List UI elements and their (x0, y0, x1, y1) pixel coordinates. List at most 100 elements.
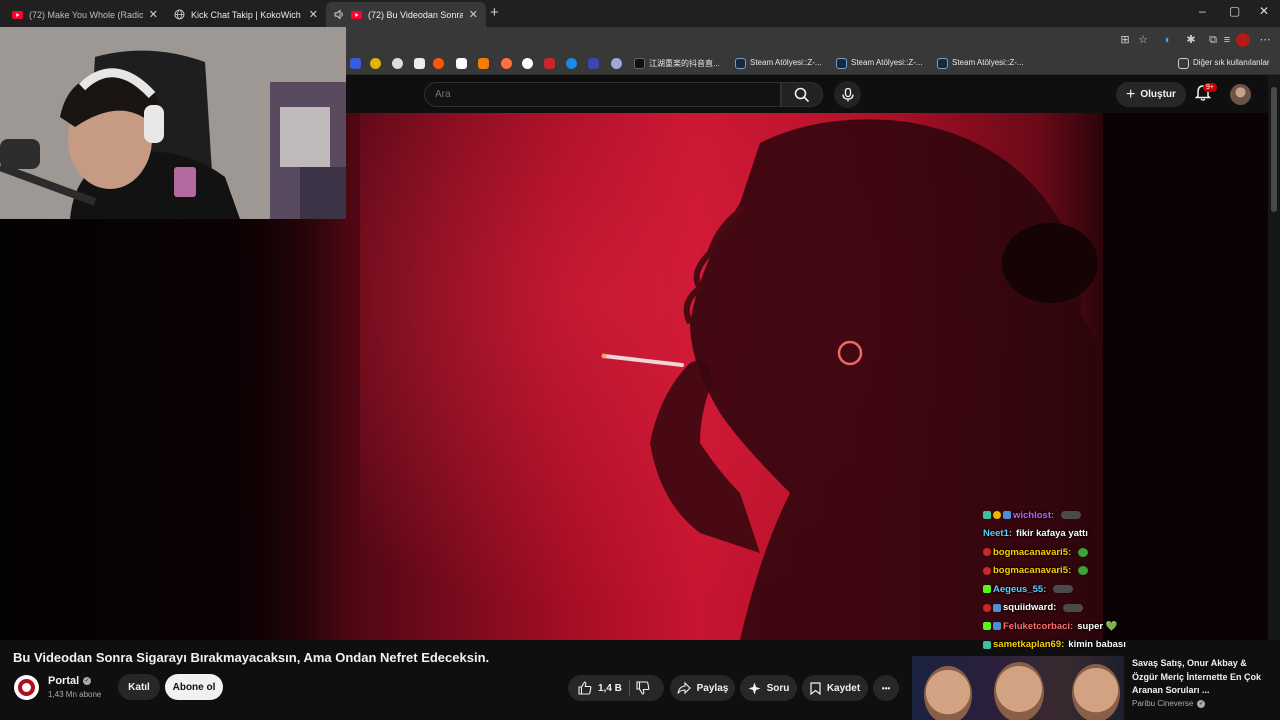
create-button[interactable]: + Oluştur (1116, 82, 1186, 107)
save-button[interactable]: Kaydet (802, 675, 868, 701)
close-tab-icon[interactable]: ✕ (309, 8, 318, 21)
badge-icon (993, 622, 1001, 631)
like-count: 1,4 B (598, 682, 622, 694)
sparkle-icon (748, 682, 761, 694)
browser-tab-2[interactable]: Kick Chat Takip | KokoWich ✕ (166, 2, 326, 27)
recommended-video-thumbnail[interactable] (912, 656, 1124, 720)
youtube-masthead: + Oluştur 9+ (346, 75, 1268, 113)
channel-name-row[interactable]: Portal ✓ (48, 675, 92, 687)
recommended-channel-name[interactable]: Paribu Cineverse (1132, 699, 1193, 708)
account-avatar[interactable] (1230, 84, 1251, 105)
badge-icon (983, 603, 991, 612)
minimize-button[interactable]: – (1199, 4, 1206, 18)
bookmark-icon[interactable] (392, 58, 403, 69)
like-dislike-divider (629, 680, 630, 696)
more-actions-button[interactable]: ••• (873, 675, 899, 701)
chat-username: bogmacanavari5: (993, 565, 1072, 577)
thumbnail-face (994, 662, 1044, 720)
close-tab-icon[interactable]: ✕ (469, 8, 478, 21)
search-button[interactable] (781, 82, 823, 107)
share-icon (677, 681, 691, 695)
bookmark-icon (810, 681, 821, 695)
steam-icon[interactable] (735, 58, 746, 69)
reddit-icon[interactable] (433, 58, 444, 69)
thumbs-down-icon (636, 681, 650, 695)
bookmark-icon[interactable] (478, 58, 489, 69)
video-title: Bu Videodan Sonra Sigarayı Bırakmayacaks… (13, 650, 490, 665)
bookmark-icon[interactable] (350, 58, 361, 69)
browser-toolbar: ⊞ ☆ ◖ ✱ ⧉ ≡ ⋯ (346, 27, 1280, 53)
chat-message: sametkaplan69: kimin babası (983, 636, 1183, 655)
join-button[interactable]: Katıl (118, 674, 160, 700)
bookmark-icon[interactable] (501, 58, 512, 69)
badge-icon (1003, 511, 1011, 520)
channel-name[interactable]: Portal (48, 675, 79, 687)
steam-icon[interactable] (836, 58, 847, 69)
emote-icon (1053, 585, 1074, 594)
page-scrollbar[interactable] (1268, 75, 1280, 640)
bookmark-icon[interactable] (544, 58, 555, 69)
badge-icon (993, 511, 1001, 520)
apps-icon[interactable]: ⊞ (1118, 33, 1132, 47)
youtube-icon (351, 9, 362, 20)
favorites-icon[interactable]: ≡ (1220, 33, 1234, 47)
ask-button[interactable]: Soru (740, 675, 797, 701)
tab-title: Kick Chat Takip | KokoWich (191, 9, 301, 20)
scrollbar-thumb[interactable] (1271, 87, 1277, 212)
streamer-webcam (0, 27, 346, 219)
bookmark-icon[interactable] (414, 58, 425, 69)
bookmark-icon[interactable] (611, 58, 622, 69)
browser-tab-3-active[interactable]: (72) Bu Videodan Sonra Sigarayı ✕ (326, 2, 486, 27)
chat-message: bogmacanavari5: (983, 562, 1183, 581)
bookmark-icon[interactable] (370, 58, 381, 69)
share-button[interactable]: Paylaş (670, 675, 735, 701)
bookmark-icon[interactable] (588, 58, 599, 69)
bookmark-icon[interactable] (522, 58, 533, 69)
globe-icon (174, 9, 185, 20)
emote-icon (1063, 603, 1084, 612)
subscribe-button[interactable]: Abone ol (165, 674, 223, 700)
emote-icon (1078, 566, 1089, 576)
bookmark-label[interactable]: Steam Atölyesi::Z-... (750, 58, 822, 67)
badge-icon (983, 640, 991, 649)
tiktok-icon[interactable] (634, 58, 645, 69)
close-tab-icon[interactable]: ✕ (149, 8, 158, 21)
badge-icon (983, 566, 991, 575)
recommended-video-title[interactable]: Savaş Satış, Onur Akbay & Özgür Meriç İn… (1132, 657, 1262, 698)
dislike-button[interactable] (636, 681, 650, 700)
browser-tab-1[interactable]: (72) Make You Whole (Radio Edit) ✕ (4, 2, 166, 27)
bookmark-label[interactable]: 江湖重楽的抖音直... (649, 58, 720, 69)
chat-message: Neet1: fikir kafaya yattı (983, 525, 1183, 544)
read-aloud-icon[interactable]: ◖ (1160, 33, 1174, 47)
voice-search-button[interactable] (834, 81, 861, 108)
bookmark-icon[interactable] (566, 58, 577, 69)
maximize-button[interactable]: ▢ (1229, 4, 1240, 18)
stream-chat-overlay: wichlost: Neet1: fikir kafaya yattı bogm… (983, 506, 1183, 654)
other-bookmarks[interactable]: Diğer sık kullanılanlar (1193, 58, 1269, 67)
patreon-icon[interactable] (456, 58, 467, 69)
close-window-button[interactable]: ✕ (1259, 4, 1269, 18)
favorite-star-icon[interactable]: ☆ (1136, 33, 1150, 47)
chat-message: wichlost: (983, 506, 1183, 525)
youtube-icon (12, 9, 23, 20)
speaker-icon (334, 9, 345, 20)
recommended-channel-row: Paribu Cineverse ✓ (1132, 699, 1206, 708)
bookmark-label[interactable]: Steam Atölyesi::Z-... (952, 58, 1024, 67)
folder-icon (1178, 58, 1189, 69)
tab-title: (72) Make You Whole (Radio Edit) (29, 9, 143, 20)
new-tab-button[interactable]: + (490, 4, 499, 21)
chat-text: kimin babası (1068, 639, 1126, 651)
search-input[interactable] (425, 83, 780, 106)
emote-icon (1078, 547, 1089, 557)
extensions-icon[interactable]: ✱ (1184, 33, 1198, 47)
steam-icon[interactable] (937, 58, 948, 69)
profile-icon[interactable] (1236, 33, 1250, 47)
search-icon (794, 87, 810, 102)
subscriber-count: 1,43 Mn abone (48, 690, 102, 699)
channel-avatar[interactable] (14, 675, 39, 700)
bookmark-label[interactable]: Steam Atölyesi::Z-... (851, 58, 923, 67)
more-menu-icon[interactable]: ⋯ (1258, 33, 1272, 47)
collections-icon[interactable]: ⧉ (1206, 33, 1220, 47)
chat-username: squiidward: (1003, 602, 1057, 614)
browser-tab-strip: (72) Make You Whole (Radio Edit) ✕ Kick … (0, 0, 1280, 27)
